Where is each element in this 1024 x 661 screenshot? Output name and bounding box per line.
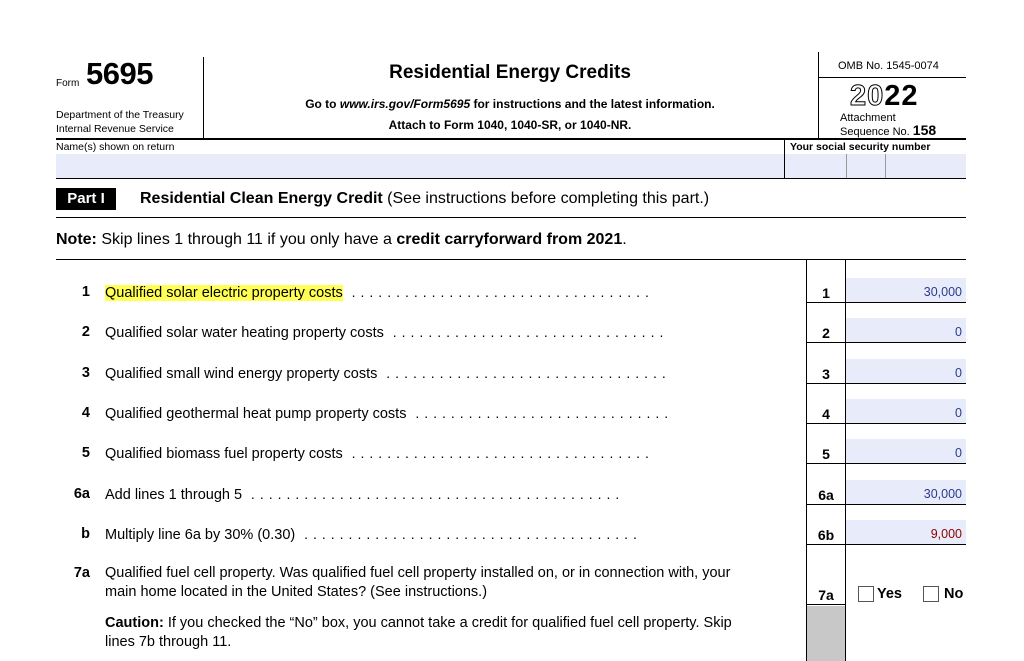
line-box-number: 2 xyxy=(822,325,830,341)
line-number: 7a xyxy=(73,565,90,581)
no-checkbox[interactable] xyxy=(923,586,939,602)
part-title: Residential Clean Energy Credit (See ins… xyxy=(140,190,710,207)
leader-dots: ........................................… xyxy=(242,486,625,502)
line7b-shaded-box xyxy=(807,606,845,661)
amount-value: 0 xyxy=(955,446,962,460)
instructions-link[interactable]: www.irs.gov/Form5695 xyxy=(340,97,470,111)
line-box-number: 6b xyxy=(817,527,835,543)
no-label: No xyxy=(944,586,964,602)
amount-value: 9,000 xyxy=(930,527,962,541)
attach-line: Attach to Form 1040, 1040-SR, or 1040-NR… xyxy=(388,118,632,132)
form-label: Form xyxy=(56,78,80,89)
line-number: 3 xyxy=(81,365,90,381)
caution-text-1: Caution: If you checked the “No” box, yo… xyxy=(105,615,732,631)
line-number: b xyxy=(81,526,90,542)
line-number: 5 xyxy=(81,445,90,461)
leader-dots: ...................................... xyxy=(295,526,642,542)
line-description: Qualified solar water heating property c… xyxy=(105,324,668,341)
department-name: Department of the Treasury xyxy=(56,109,184,121)
line-box-number: 4 xyxy=(822,406,830,422)
line-number: 4 xyxy=(81,405,90,421)
line-label: Qualified solar water heating property c… xyxy=(105,325,384,341)
instructions-line: Go to www.irs.gov/Form5695 for instructi… xyxy=(305,97,715,111)
line-label: Qualified geothermal heat pump property … xyxy=(105,406,407,422)
line-box-number: 6a xyxy=(818,487,834,503)
leader-dots: .................................. xyxy=(342,445,654,461)
amount-value: 0 xyxy=(955,406,962,420)
line-label: Qualified small wind energy property cos… xyxy=(105,366,378,382)
line-box-number: 3 xyxy=(822,366,830,382)
leader-dots: .................................. xyxy=(342,284,654,300)
form-number: 5695 xyxy=(86,56,153,91)
amount-value: 0 xyxy=(955,366,962,380)
yes-label: Yes xyxy=(877,586,902,602)
line-number: 2 xyxy=(81,324,90,340)
attachment-sequence: Attachment Sequence No. 158 xyxy=(840,112,937,138)
line-number: 1 xyxy=(81,284,90,300)
leader-dots: ............................... xyxy=(383,324,669,340)
ssn-label: Your social security number xyxy=(790,141,931,153)
line-description: Qualified small wind energy property cos… xyxy=(105,365,671,382)
caution-text-2: lines 7b through 11. xyxy=(105,634,232,650)
line-description: Qualified biomass fuel property costs ..… xyxy=(105,445,654,462)
yes-checkbox[interactable] xyxy=(858,586,874,602)
line7a-text-1: Qualified fuel cell property. Was qualif… xyxy=(105,565,731,581)
amount-value: 30,000 xyxy=(923,487,962,501)
line-description: Qualified solar electric property costs … xyxy=(105,284,654,301)
agency-name: Internal Revenue Service xyxy=(56,123,174,135)
form-title: Residential Energy Credits xyxy=(389,62,631,83)
leader-dots: ................................ xyxy=(377,365,671,381)
omb-number: OMB No. 1545-0074 xyxy=(838,60,939,72)
ssn-field[interactable] xyxy=(785,154,966,178)
line-description: Qualified geothermal heat pump property … xyxy=(105,405,673,422)
line-box-number: 5 xyxy=(822,446,830,462)
name-field[interactable] xyxy=(56,154,784,178)
line-box-number: 7a xyxy=(818,587,834,603)
part-badge: Part I xyxy=(56,188,116,210)
tax-year: 2022 xyxy=(849,80,919,113)
leader-dots: ............................. xyxy=(406,405,674,421)
amount-value: 0 xyxy=(955,325,962,339)
line-box-number: 1 xyxy=(822,285,830,301)
line-number: 6a xyxy=(73,486,90,502)
amount-value: 30,000 xyxy=(923,285,962,299)
note: Note: Skip lines 1 through 11 if you onl… xyxy=(56,231,627,248)
name-label: Name(s) shown on return xyxy=(56,141,175,153)
line-label: Add lines 1 through 5 xyxy=(105,487,243,503)
line-label: Qualified solar electric property costs xyxy=(105,285,343,301)
line-label: Qualified biomass fuel property costs xyxy=(105,446,343,462)
department: Department of the Treasury Internal Reve… xyxy=(56,108,184,136)
line7a-text-2: main home located in the United States? … xyxy=(105,584,488,600)
line-description: Multiply line 6a by 30% (0.30) .........… xyxy=(105,526,642,543)
line-label: Multiply line 6a by 30% (0.30) xyxy=(105,527,296,543)
line-description: Add lines 1 through 5 ..................… xyxy=(105,486,624,503)
